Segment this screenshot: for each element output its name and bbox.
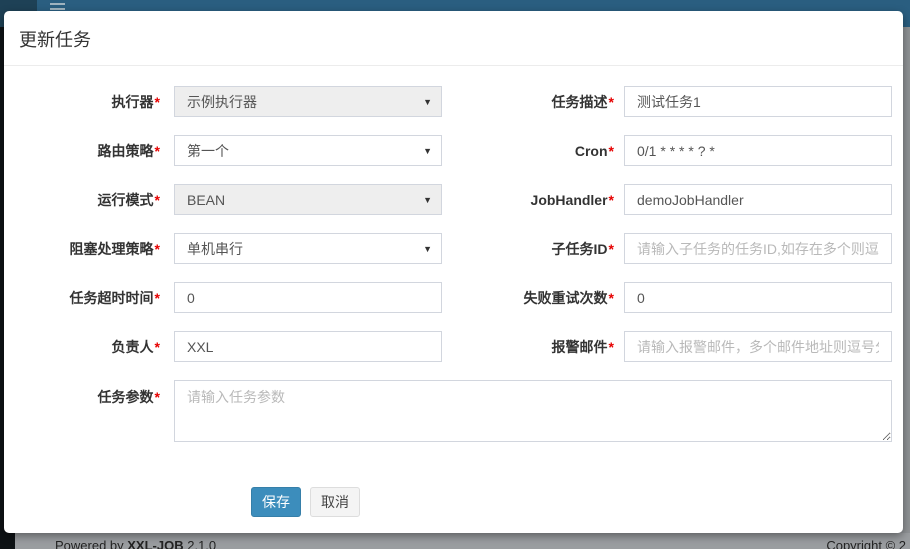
job-handler-label: JobHandler*: [442, 192, 624, 208]
required-mark: *: [609, 290, 614, 306]
glue-type-select: BEAN ▼: [174, 184, 442, 215]
author-label: 负责人*: [18, 337, 174, 357]
required-mark: *: [609, 94, 614, 110]
footer-copyright-text: Copyright © 2: [826, 538, 906, 549]
required-mark: *: [609, 241, 614, 257]
required-mark: *: [155, 241, 160, 257]
required-mark: *: [155, 192, 160, 208]
glue-type-select-value: BEAN: [187, 192, 225, 208]
job-param-textarea[interactable]: [174, 380, 892, 442]
author-input[interactable]: [174, 331, 442, 362]
form-row: 任务超时时间* 失败重试次数*: [4, 282, 903, 313]
cancel-button[interactable]: 取消: [310, 487, 360, 517]
chevron-down-icon: ▼: [423, 244, 432, 254]
hamburger-bar: [50, 3, 65, 5]
chevron-down-icon: ▼: [423, 146, 432, 156]
footer-powered-text: Powered by XXL-JOB 2.1.0: [55, 538, 216, 549]
hamburger-bar: [50, 8, 65, 10]
child-jobid-label: 子任务ID*: [442, 239, 624, 259]
route-strategy-label: 路由策略*: [18, 141, 174, 161]
alarm-email-input[interactable]: [624, 331, 892, 362]
modal-title: 更新任务: [19, 30, 91, 50]
timeout-label: 任务超时时间*: [18, 288, 174, 308]
child-jobid-input[interactable]: [624, 233, 892, 264]
executor-select: 示例执行器 ▼: [174, 86, 442, 117]
required-mark: *: [155, 94, 160, 110]
required-mark: *: [155, 339, 160, 355]
form-row: 阻塞处理策略* 单机串行 ▼ 子任务ID*: [4, 233, 903, 264]
update-job-modal: 更新任务 执行器* 示例执行器 ▼ 任务描述* 路由策略* 第一个 ▼ Cron…: [4, 11, 903, 533]
chevron-down-icon: ▼: [423, 195, 432, 205]
required-mark: *: [609, 192, 614, 208]
page-footer: Powered by XXL-JOB 2.1.0 Copyright © 2: [15, 533, 910, 549]
job-handler-input[interactable]: [624, 184, 892, 215]
job-desc-input[interactable]: [624, 86, 892, 117]
form-row: 路由策略* 第一个 ▼ Cron*: [4, 135, 903, 166]
required-mark: *: [155, 143, 160, 159]
block-strategy-label: 阻塞处理策略*: [18, 239, 174, 259]
timeout-input[interactable]: [174, 282, 442, 313]
form-row: 运行模式* BEAN ▼ JobHandler*: [4, 184, 903, 215]
block-strategy-select-value: 单机串行: [187, 239, 243, 259]
executor-label: 执行器*: [18, 92, 174, 112]
button-row: 保存 取消: [4, 487, 903, 517]
required-mark: *: [609, 143, 614, 159]
modal-body: 执行器* 示例执行器 ▼ 任务描述* 路由策略* 第一个 ▼ Cron* 运行模…: [4, 66, 903, 517]
form-row: 执行器* 示例执行器 ▼ 任务描述*: [4, 86, 903, 117]
executor-select-value: 示例执行器: [187, 92, 257, 112]
required-mark: *: [155, 389, 160, 405]
alarm-email-label: 报警邮件*: [442, 337, 624, 357]
fail-retry-input[interactable]: [624, 282, 892, 313]
glue-type-label: 运行模式*: [18, 190, 174, 210]
route-strategy-select[interactable]: 第一个 ▼: [174, 135, 442, 166]
fail-retry-label: 失败重试次数*: [442, 288, 624, 308]
cron-input[interactable]: [624, 135, 892, 166]
form-row: 负责人* 报警邮件*: [4, 331, 903, 362]
block-strategy-select[interactable]: 单机串行 ▼: [174, 233, 442, 264]
modal-header: 更新任务: [4, 11, 903, 66]
form-row: 任务参数*: [4, 380, 903, 442]
chevron-down-icon: ▼: [423, 97, 432, 107]
cron-label: Cron*: [442, 143, 624, 159]
required-mark: *: [609, 339, 614, 355]
required-mark: *: [155, 290, 160, 306]
route-strategy-select-value: 第一个: [187, 141, 229, 161]
job-param-label: 任务参数*: [18, 380, 174, 407]
save-button[interactable]: 保存: [251, 487, 301, 517]
job-desc-label: 任务描述*: [442, 92, 624, 112]
